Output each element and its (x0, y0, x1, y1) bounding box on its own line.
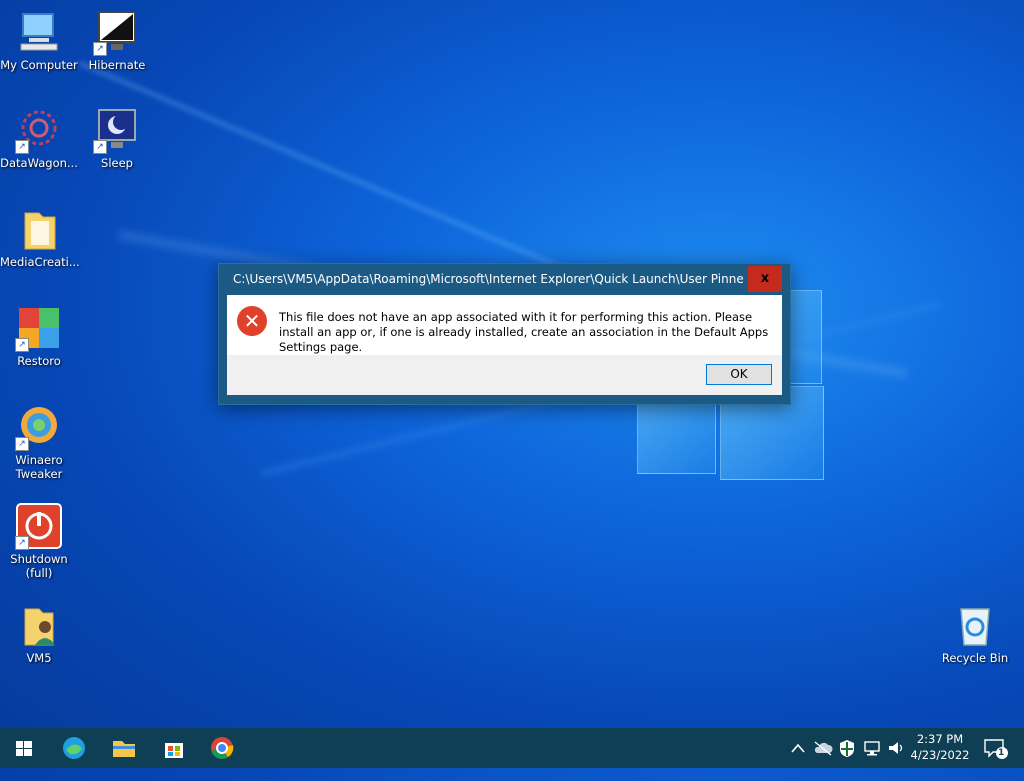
winaero-tweaker-icon: ↗ (15, 403, 63, 451)
shortcut-arrow-icon: ↗ (93, 42, 107, 56)
chevron-up-icon[interactable] (790, 741, 806, 781)
dialog-body: ✕ This file does not have an app associa… (227, 295, 782, 355)
clock-time: 2:37 PM (916, 732, 964, 746)
desktop-icon-mediacreation[interactable]: MediaCreati... (0, 205, 80, 269)
network-icon[interactable] (862, 739, 882, 779)
shortcut-arrow-icon: ↗ (93, 140, 107, 154)
desktop-icon-label: MediaCreati... (0, 255, 80, 269)
error-icon: ✕ (237, 306, 267, 336)
shortcut-arrow-icon: ↗ (15, 437, 29, 451)
clock[interactable]: 2:37 PM 4/23/2022 (900, 731, 980, 763)
ok-button[interactable]: OK (706, 364, 772, 385)
sleep-icon: ↗ (93, 106, 141, 154)
recycle-bin-icon (951, 601, 999, 649)
desktop-icon-restoro[interactable]: ↗ Restoro (0, 304, 78, 368)
dialog-footer: OK (227, 355, 782, 395)
clock-date: 4/23/2022 (910, 748, 970, 762)
desktop-icon-label: Restoro (17, 354, 61, 368)
restoro-icon: ↗ (15, 304, 63, 352)
computer-icon (15, 8, 63, 56)
dialog-message: This file does not have an app associate… (279, 310, 769, 354)
close-button[interactable]: x (748, 266, 782, 292)
edge-icon[interactable] (60, 734, 88, 762)
error-dialog: C:\Users\VM5\AppData\Roaming\Microsoft\I… (218, 263, 791, 405)
cloud-icon[interactable] (813, 740, 833, 780)
notification-center-icon[interactable]: 1 (983, 737, 1009, 777)
desktop-icon-label: Winaero Tweaker (15, 453, 63, 481)
desktop-icon-winaero-tweaker[interactable]: ↗ Winaero Tweaker (0, 403, 78, 481)
datawagon-icon: ↗ (15, 106, 63, 154)
shortcut-arrow-icon: ↗ (15, 338, 29, 352)
store-icon[interactable] (160, 734, 188, 762)
desktop-icon-sleep[interactable]: ↗ Sleep (78, 106, 156, 170)
desktop-icon-label: Hibernate (88, 58, 146, 72)
desktop-icon-hibernate[interactable]: ↗ Hibernate (78, 8, 156, 72)
desktop-icon-recycle-bin[interactable]: Recycle Bin (936, 601, 1014, 665)
desktop-icon-label: Shutdown (full) (10, 552, 68, 580)
desktop-icon-vm5[interactable]: VM5 (0, 601, 78, 665)
desktop-icon-datawagon[interactable]: ↗ DataWagon... (0, 106, 78, 170)
power-icon: ↗ (15, 502, 63, 550)
desktop-icon-label: My Computer (0, 58, 78, 72)
file-explorer-icon[interactable] (110, 734, 138, 762)
desktop-icon-label: DataWagon... (0, 156, 78, 170)
desktop-icon-my-computer[interactable]: My Computer (0, 8, 78, 72)
folder-icon (15, 205, 63, 253)
dialog-title: C:\Users\VM5\AppData\Roaming\Microsoft\I… (233, 272, 743, 286)
start-icon[interactable] (10, 734, 38, 762)
chrome-icon[interactable] (208, 734, 236, 762)
desktop-icon-shutdown[interactable]: ↗ Shutdown (full) (0, 502, 78, 580)
desktop-icon-label: Sleep (101, 156, 133, 170)
security-icon[interactable] (838, 738, 856, 778)
user-folder-icon (15, 601, 63, 649)
hibernate-icon: ↗ (93, 8, 141, 56)
desktop-icon-label: VM5 (26, 651, 52, 665)
shortcut-arrow-icon: ↗ (15, 536, 29, 550)
notification-count: 1 (998, 748, 1005, 758)
desktop-icon-label: Recycle Bin (941, 651, 1009, 665)
taskbar: 2:37 PM 4/23/2022 1 (0, 728, 1024, 768)
shortcut-arrow-icon: ↗ (15, 140, 29, 154)
